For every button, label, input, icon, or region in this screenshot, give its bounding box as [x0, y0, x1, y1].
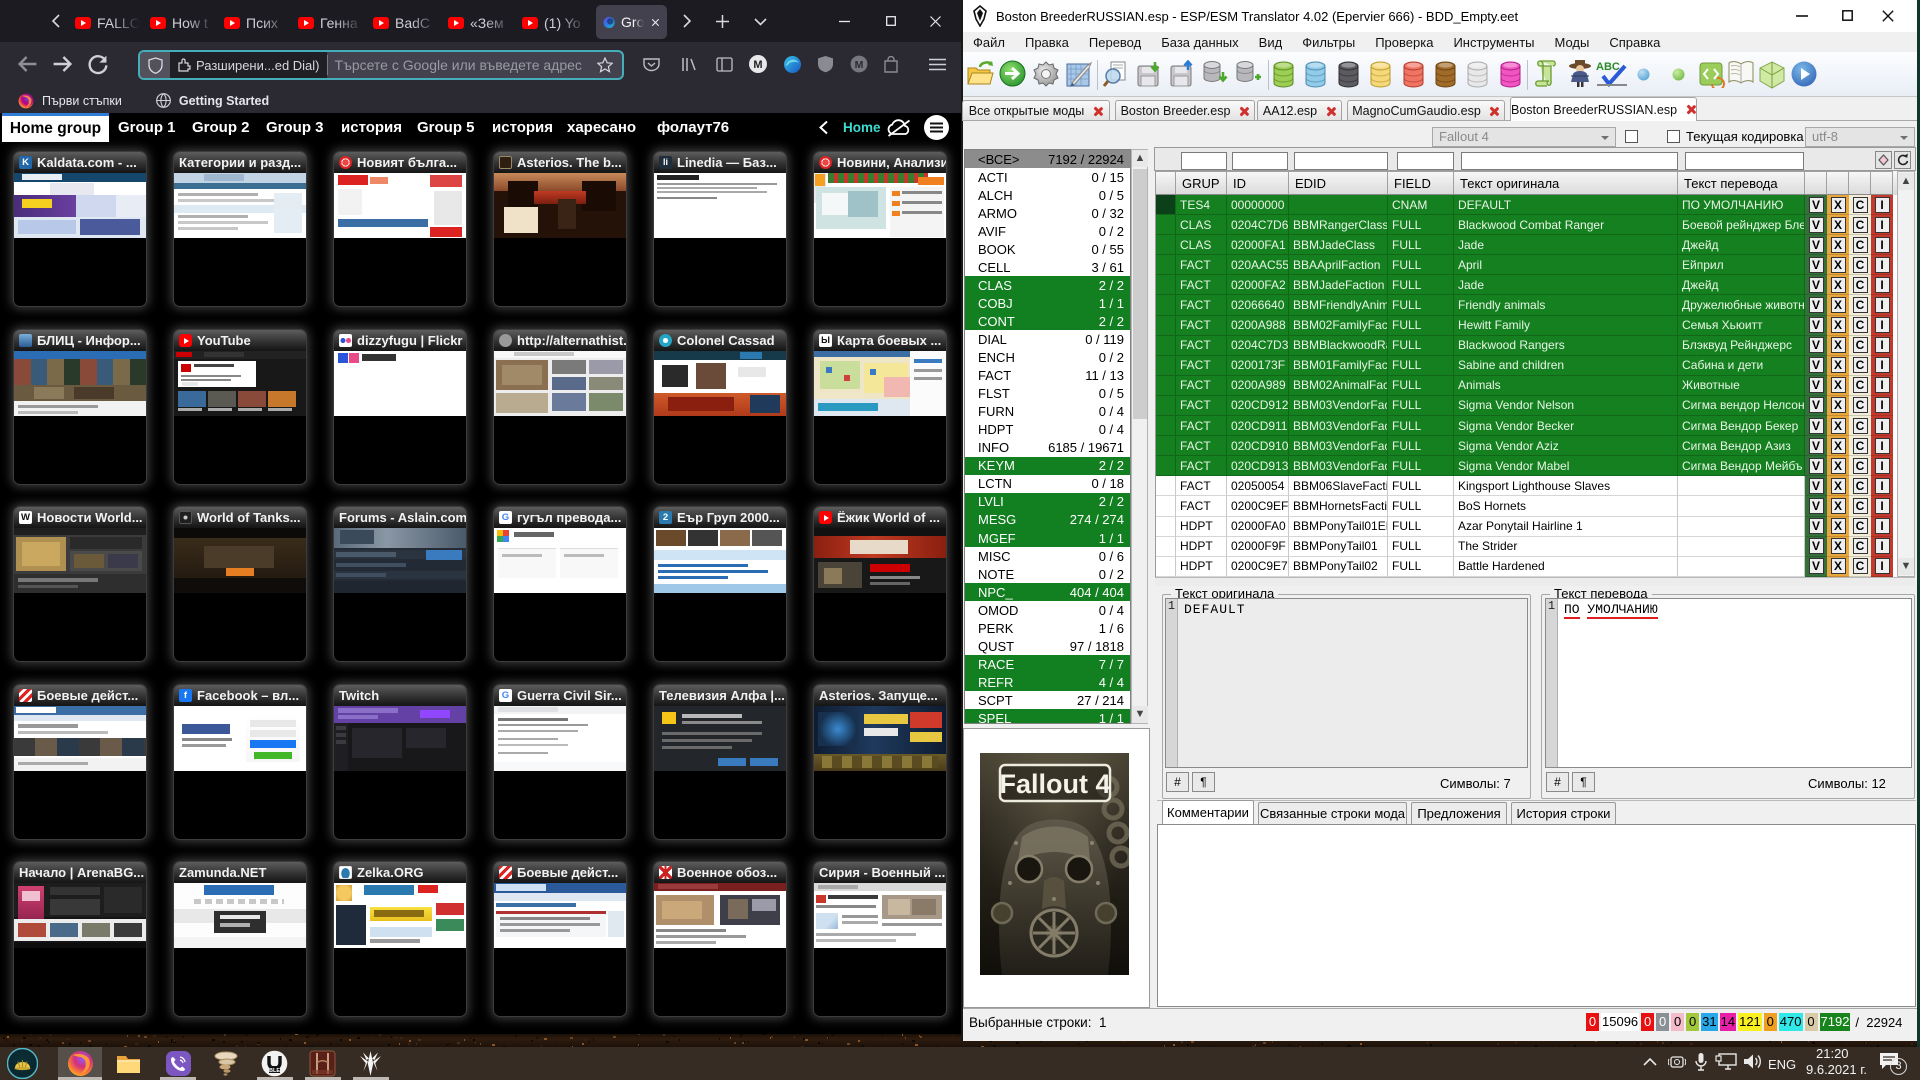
svg-text:M: M: [753, 59, 762, 71]
svg-text:M: M: [855, 59, 864, 71]
svg-text:Fallout 4: Fallout 4: [999, 769, 1110, 799]
svg-text:BLE: BLE: [269, 1068, 280, 1074]
svg-text:ABC: ABC: [1596, 61, 1620, 73]
